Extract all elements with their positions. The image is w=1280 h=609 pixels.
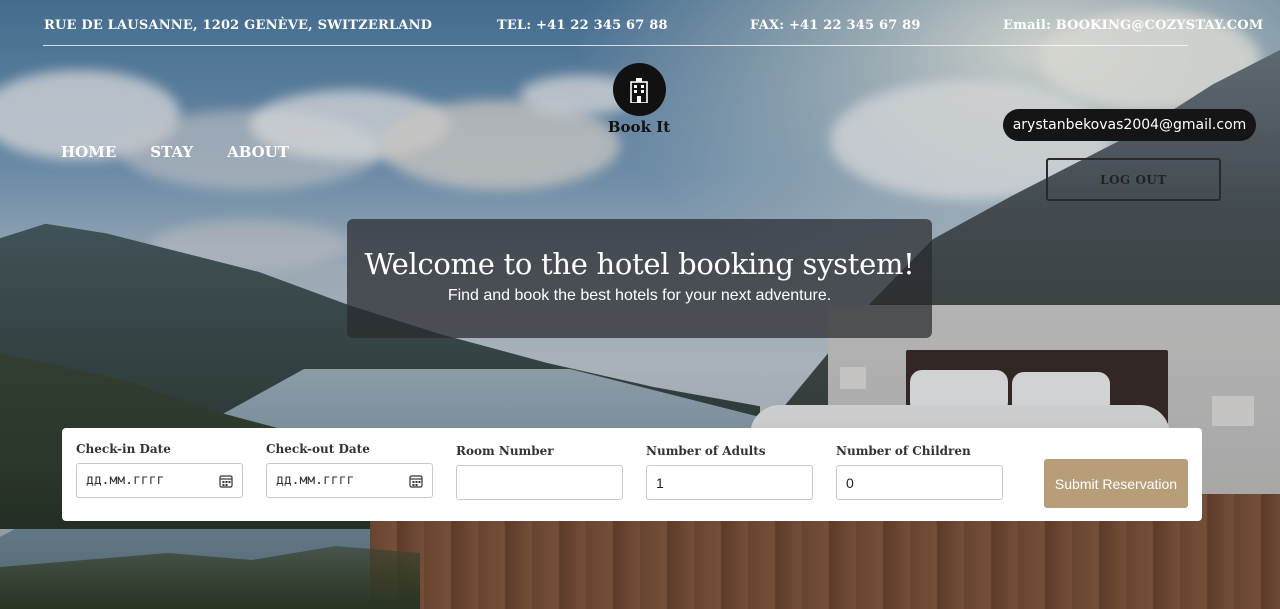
room-number-field: Room Number bbox=[456, 444, 623, 500]
logout-button[interactable]: LOG OUT bbox=[1046, 158, 1221, 201]
checkout-input[interactable]: дд.мм.гггг bbox=[266, 463, 433, 498]
topbar-divider bbox=[43, 45, 1188, 46]
checkin-field: Check-in Date дд.мм.гггг bbox=[76, 442, 243, 498]
room-number-input[interactable] bbox=[456, 465, 623, 500]
children-field: Number of Children 0 bbox=[836, 444, 1003, 500]
contact-email-text: Email: BOOKING@COZYSTAY.COM bbox=[1003, 18, 1264, 33]
checkin-label: Check-in Date bbox=[76, 442, 171, 456]
adults-label: Number of Adults bbox=[646, 444, 766, 458]
children-label: Number of Children bbox=[836, 444, 971, 458]
children-input[interactable]: 0 bbox=[836, 465, 1003, 500]
checkout-label: Check-out Date bbox=[266, 442, 370, 456]
checkout-field: Check-out Date дд.мм.гггг bbox=[266, 442, 433, 498]
reservation-form: Check-in Date дд.мм.гггг Check-out Date … bbox=[62, 428, 1202, 521]
site-logo[interactable]: Book It bbox=[604, 63, 674, 136]
nav-stay[interactable]: STAY bbox=[150, 143, 193, 161]
adults-input[interactable]: 1 bbox=[646, 465, 813, 500]
submit-reservation-button[interactable]: Submit Reservation bbox=[1044, 459, 1188, 508]
calendar-icon[interactable] bbox=[409, 474, 423, 488]
top-info-bar: RUE DE LAUSANNE, 1202 GENÈVE, SWITZERLAN… bbox=[0, 0, 1280, 46]
logo-text: Book It bbox=[607, 118, 671, 136]
fax-text: FAX: +41 22 345 67 89 bbox=[750, 18, 921, 33]
nav-home[interactable]: HOME bbox=[61, 143, 116, 161]
main-nav: HOME STAY ABOUT bbox=[61, 143, 289, 161]
checkout-placeholder: дд.мм.гггг bbox=[276, 473, 355, 488]
hero-subtitle: Find and book the best hotels for your n… bbox=[447, 287, 832, 304]
checkin-input[interactable]: дд.мм.гггг bbox=[76, 463, 243, 498]
calendar-icon[interactable] bbox=[219, 474, 233, 488]
user-email-badge: arystanbekovas2004@gmail.com bbox=[1003, 109, 1256, 141]
adults-field: Number of Adults 1 bbox=[646, 444, 813, 500]
phone-text: TEL: +41 22 345 67 88 bbox=[497, 18, 668, 33]
hero-card: Welcome to the hotel booking system! Fin… bbox=[347, 219, 932, 338]
nav-about[interactable]: ABOUT bbox=[227, 143, 289, 161]
room-number-label: Room Number bbox=[456, 444, 554, 458]
address-text: RUE DE LAUSANNE, 1202 GENÈVE, SWITZERLAN… bbox=[44, 18, 433, 33]
hero-title: Welcome to the hotel booking system! bbox=[364, 247, 915, 281]
hotel-building-icon bbox=[612, 63, 666, 116]
checkin-placeholder: дд.мм.гггг bbox=[86, 473, 165, 488]
